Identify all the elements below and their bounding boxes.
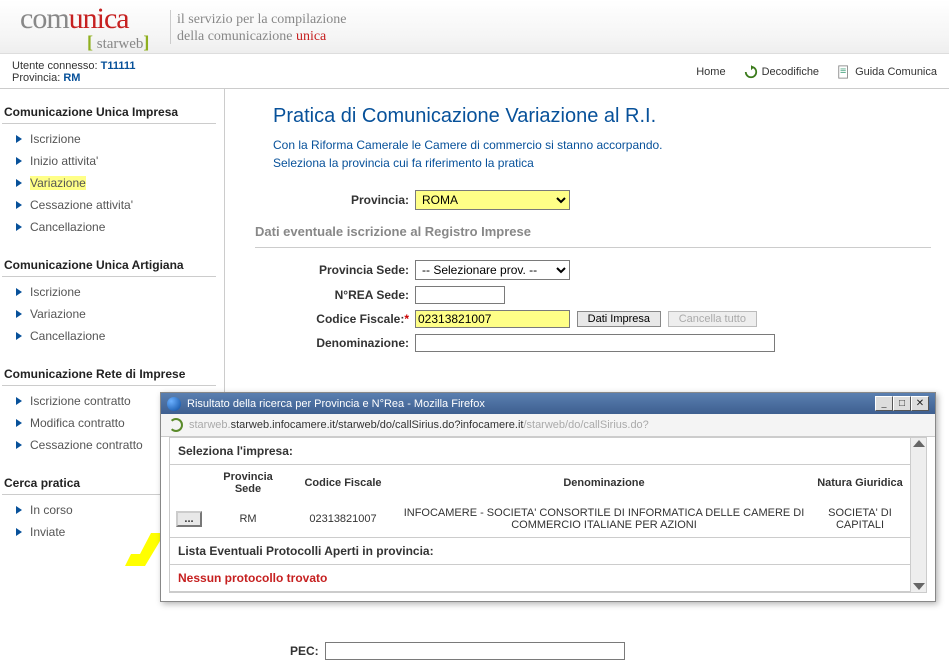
col-denom: Denominazione	[398, 465, 810, 501]
menu-section-title: Comunicazione Unica Impresa	[2, 101, 216, 124]
popup-titlebar: Risultato della ricerca per Provincia e …	[161, 393, 935, 414]
provincia-select[interactable]: ROMA	[415, 190, 570, 210]
popup-seleziona-label: Seleziona l'impresa:	[170, 438, 910, 464]
provincia-label: Provincia:	[255, 193, 415, 207]
arrow-icon	[16, 201, 22, 209]
pec-row: PEC:	[290, 642, 625, 660]
popup-url-text: starweb.starweb.infocamere.it/starweb/do…	[189, 419, 649, 431]
sidebar-item-label: Inizio attivita'	[30, 154, 98, 168]
popup-title-text: Risultato della ricerca per Provincia e …	[187, 398, 485, 410]
arrow-icon	[16, 179, 22, 187]
user-link[interactable]: T11111	[101, 60, 136, 72]
sidebar-item-label: Inviate	[30, 525, 65, 539]
sidebar-item-label: Cancellazione	[30, 329, 105, 343]
guida-link[interactable]: Guida Comunica	[837, 65, 937, 79]
connected-label: Utente connesso:	[12, 60, 101, 72]
notice: Con la Riforma Camerale le Camere di com…	[255, 136, 931, 190]
header: comunica [ starweb] il servizio per la c…	[0, 0, 949, 54]
nrea-label: N°REA Sede:	[255, 288, 415, 302]
prov-sede-select[interactable]: -- Selezionare prov. --	[415, 260, 570, 280]
arrow-icon	[16, 288, 22, 296]
document-icon	[837, 65, 851, 79]
sidebar-item[interactable]: Variazione	[2, 303, 216, 325]
arrow-icon	[16, 419, 22, 427]
dati-impresa-button[interactable]: Dati Impresa	[577, 311, 661, 327]
arrow-icon	[16, 223, 22, 231]
cf-input[interactable]	[415, 310, 570, 328]
page-title: Pratica di Comunicazione Variazione al R…	[255, 99, 931, 136]
row-prov: RM	[208, 501, 288, 537]
firefox-icon	[167, 397, 181, 411]
popup-lista-label: Lista Eventuali Protocolli Aperti in pro…	[170, 538, 910, 564]
arrow-icon	[16, 310, 22, 318]
section-registro: Dati eventuale iscrizione al Registro Im…	[255, 216, 931, 243]
close-button[interactable]: ✕	[911, 396, 929, 411]
logo-text: comunica	[20, 2, 129, 36]
divider	[170, 10, 171, 44]
sidebar-item-label: Cancellazione	[30, 220, 105, 234]
arrow-icon	[16, 332, 22, 340]
menu-section-title: Comunicazione Rete di Imprese	[2, 363, 216, 386]
divider	[255, 247, 931, 248]
userbar: Utente connesso: T11111 Provincia: RM Ho…	[0, 54, 949, 89]
provincia-label: Provincia:	[12, 72, 63, 84]
sidebar-item-label: Variazione	[30, 176, 86, 190]
result-row: ... RM 02313821007 INFOCAMERE - SOCIETA'…	[170, 501, 910, 537]
minimize-button[interactable]: _	[875, 396, 893, 411]
row-denom: INFOCAMERE - SOCIETA' CONSORTILE DI INFO…	[398, 501, 810, 537]
row-natura: SOCIETA' DI CAPITALI	[810, 501, 910, 537]
arrow-icon	[16, 441, 22, 449]
sidebar-item[interactable]: Cessazione attivita'	[2, 194, 216, 216]
sidebar-item[interactable]: Iscrizione	[2, 281, 216, 303]
reload-icon[interactable]	[169, 418, 183, 432]
popup-none-label: Nessun protocollo trovato	[170, 565, 910, 591]
scrollbar[interactable]	[910, 438, 926, 592]
sidebar-item[interactable]: Cancellazione	[2, 216, 216, 238]
tagline: il servizio per la compilazione della co…	[177, 12, 347, 46]
col-cf: Codice Fiscale	[288, 465, 398, 501]
scroll-up-icon[interactable]	[913, 440, 925, 447]
result-table: Provincia Sede Codice Fiscale Denominazi…	[170, 465, 910, 537]
pec-input[interactable]	[325, 642, 625, 660]
arrow-icon	[16, 528, 22, 536]
sidebar-item-label: Iscrizione	[30, 285, 81, 299]
popup-window: Risultato della ricerca per Provincia e …	[160, 392, 936, 602]
cf-label: Codice Fiscale:	[255, 312, 415, 326]
select-row-button[interactable]: ...	[176, 511, 201, 527]
cancella-tutto-button[interactable]: Cancella tutto	[668, 311, 757, 327]
logo: comunica	[20, 2, 129, 36]
nrea-input[interactable]	[415, 286, 505, 304]
popup-urlbar: starweb.starweb.infocamere.it/starweb/do…	[161, 414, 935, 437]
sidebar-item[interactable]: Inizio attivita'	[2, 150, 216, 172]
sidebar-item[interactable]: Variazione	[2, 172, 216, 194]
logo-starweb: [ starweb]	[87, 32, 149, 53]
sidebar-item[interactable]: Iscrizione	[2, 128, 216, 150]
sidebar-item-label: In corso	[30, 503, 73, 517]
prov-sede-label: Provincia Sede:	[255, 263, 415, 277]
arrow-icon	[16, 397, 22, 405]
refresh-icon	[744, 65, 758, 79]
scroll-down-icon[interactable]	[913, 583, 925, 590]
home-link[interactable]: Home	[696, 66, 725, 78]
sidebar-item-label: Iscrizione contratto	[30, 394, 131, 408]
arrow-icon	[16, 506, 22, 514]
menu-section-title: Comunicazione Unica Artigiana	[2, 254, 216, 277]
arrow-icon	[16, 157, 22, 165]
col-natura: Natura Giuridica	[810, 465, 910, 501]
pec-label: PEC:	[290, 644, 325, 658]
maximize-button[interactable]: □	[893, 396, 911, 411]
sidebar-item-label: Cessazione contratto	[30, 438, 143, 452]
sidebar-item-label: Variazione	[30, 307, 86, 321]
sidebar-item-label: Iscrizione	[30, 132, 81, 146]
col-prov: Provincia Sede	[208, 465, 288, 501]
denom-label: Denominazione:	[255, 336, 415, 350]
sidebar-item[interactable]: Cancellazione	[2, 325, 216, 347]
sidebar-item-label: Modifica contratto	[30, 416, 125, 430]
row-cf: 02313821007	[288, 501, 398, 537]
denom-input[interactable]	[415, 334, 775, 352]
sidebar-item-label: Cessazione attivita'	[30, 198, 133, 212]
provincia-link[interactable]: RM	[63, 72, 80, 84]
decodifiche-link[interactable]: Decodifiche	[744, 65, 819, 79]
arrow-icon	[16, 135, 22, 143]
